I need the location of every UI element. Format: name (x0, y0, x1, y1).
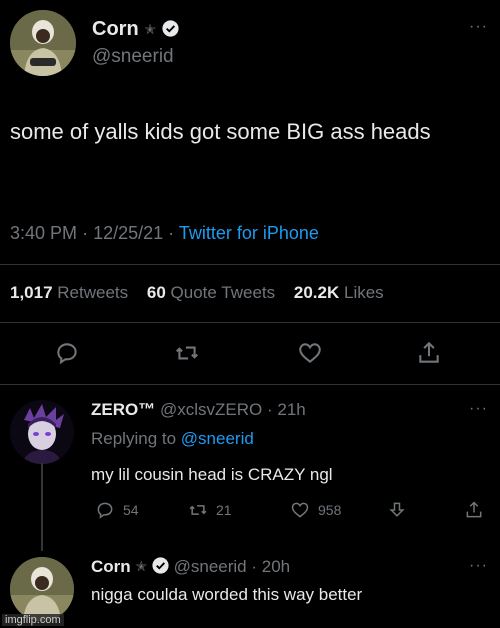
divider (0, 264, 500, 265)
share-icon[interactable] (416, 340, 442, 366)
quotes-count: 60 (146, 283, 166, 302)
retweets-count: 1,017 (10, 283, 53, 302)
tweet-meta: 3:40 PM · 12/25/21 · Twitter for iPhone (10, 223, 319, 244)
retweets-label: Retweets (57, 283, 129, 302)
divider (0, 322, 500, 323)
reply2-avatar[interactable] (10, 557, 74, 621)
reply-thread-line (41, 463, 43, 551)
reply1-reply-count: 54 (123, 502, 139, 518)
download-icon (389, 502, 405, 517)
meta-separator: · (82, 223, 89, 243)
reply1-header: ZERO™ @xclsvZERO · 21h (91, 400, 306, 420)
star-badge-icon: ✭ (135, 558, 148, 574)
reply1-like-count: 958 (318, 502, 342, 518)
tweet-source-link[interactable]: Twitter for iPhone (179, 223, 319, 243)
likes-stat[interactable]: 20.2K Likes (294, 283, 398, 302)
reply1-like-action[interactable]: 958 (290, 500, 341, 520)
reply1-age[interactable]: 21h (277, 400, 305, 419)
reply1-replying-to: Replying to @sneerid (91, 429, 254, 449)
reply2-display-name[interactable]: Corn (91, 557, 131, 576)
author-display-name[interactable]: Corn (92, 18, 139, 40)
reply-icon[interactable] (54, 340, 80, 366)
reply1-avatar[interactable] (10, 400, 74, 464)
verified-icon (161, 20, 179, 37)
reply1-more-button[interactable]: ··· (469, 400, 488, 418)
meta-separator: · (168, 223, 175, 243)
retweet-icon[interactable] (174, 340, 200, 366)
likes-count: 20.2K (293, 283, 340, 302)
meta-separator: · (266, 400, 273, 419)
like-icon (291, 502, 309, 518)
tweet-text: some of yalls kids got some BIG ass head… (10, 119, 431, 144)
tweet-date[interactable]: 12/25/21 (93, 223, 163, 243)
author-avatar[interactable] (10, 10, 76, 76)
reply2-more-button[interactable]: ··· (469, 557, 488, 575)
reply1-reply-action[interactable]: 54 (95, 500, 139, 520)
quotes-stat[interactable]: 60 Quote Tweets (147, 283, 289, 302)
divider (0, 384, 500, 385)
star-badge-icon: ✭ (144, 21, 156, 37)
tweet-time[interactable]: 3:40 PM (10, 223, 77, 243)
reply1-share-action[interactable] (464, 500, 484, 520)
meta-separator: · (251, 557, 258, 576)
retweet-icon (189, 505, 207, 515)
share-icon (466, 501, 482, 518)
reply2-header: Corn ✭ @sneerid · 20h (91, 557, 290, 577)
reply1-handle[interactable]: @xclsvZERO (160, 400, 262, 419)
reply1-download-action[interactable] (387, 500, 407, 520)
replying-to-label: Replying to (91, 429, 177, 448)
engagement-stats: 1,017 Retweets 60 Quote Tweets 20.2K Lik… (10, 283, 398, 303)
reply1-text: my lil cousin head is CRAZY ngl (91, 465, 333, 484)
reply1-display-name[interactable]: ZERO™ (91, 400, 155, 419)
author-handle[interactable]: @sneerid (92, 46, 174, 68)
retweets-stat[interactable]: 1,017 Retweets (10, 283, 142, 302)
reply2-text: nigga coulda worded this way better (91, 585, 363, 604)
more-options-button[interactable]: ··· (469, 18, 488, 36)
reply2-handle[interactable]: @sneerid (174, 557, 247, 576)
verified-icon (152, 557, 169, 574)
like-icon[interactable] (297, 340, 323, 366)
author-name-row: Corn ✭ (92, 18, 179, 41)
reply2-age[interactable]: 20h (262, 557, 290, 576)
quotes-label: Quote Tweets (170, 283, 276, 302)
replying-to-handle[interactable]: @sneerid (181, 429, 254, 448)
likes-label: Likes (343, 283, 384, 302)
watermark: imgflip.com (2, 614, 64, 626)
reply-icon (97, 502, 113, 519)
reply1-retweet-action[interactable]: 21 (188, 500, 232, 520)
reply1-retweet-count: 21 (216, 502, 232, 518)
